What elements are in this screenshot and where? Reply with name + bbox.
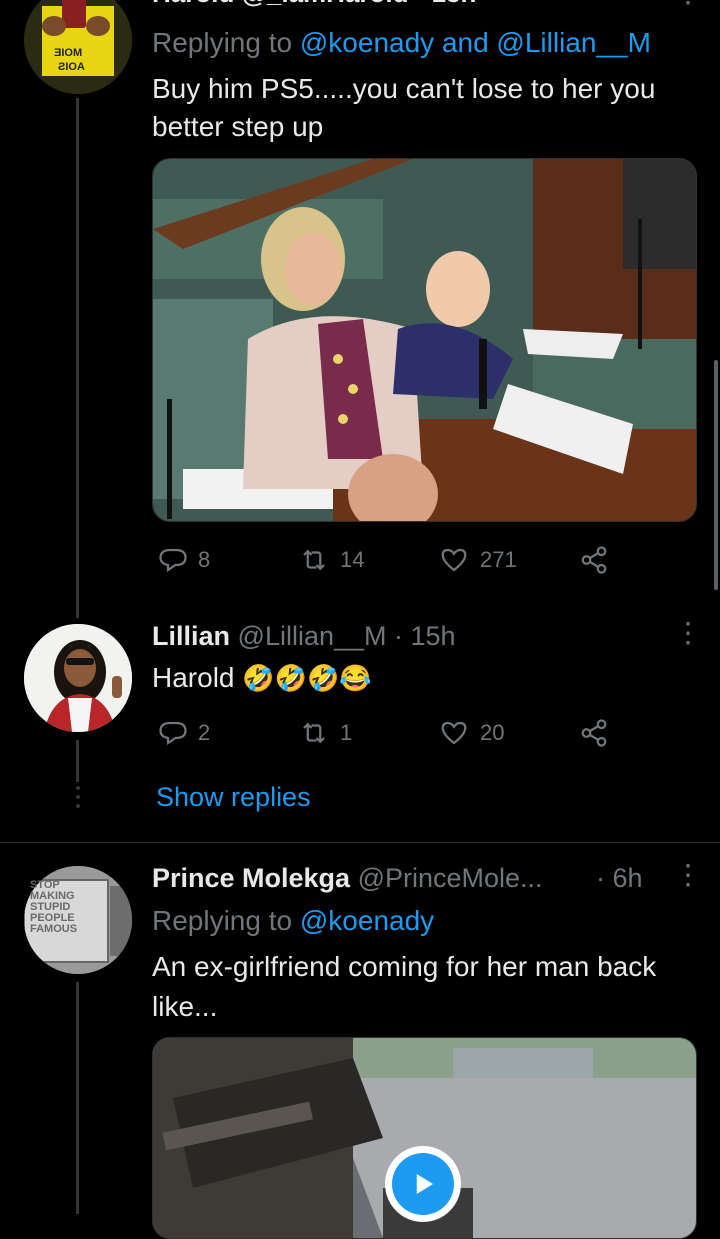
- like-count: 20: [480, 720, 505, 745]
- replying-to-link[interactable]: @koenady and @Lillian__M: [300, 27, 651, 58]
- tweet3-time: · 6h: [596, 863, 643, 893]
- reply-icon: [159, 548, 187, 573]
- author-handle: @PrinceMole...: [357, 863, 543, 893]
- avatar-harold[interactable]: ƎIOM ƧIOA: [24, 0, 132, 94]
- author-name[interactable]: Lillian: [152, 621, 230, 651]
- tweet1-photo[interactable]: [152, 158, 697, 522]
- tweet3-more-icon[interactable]: ⋮: [674, 858, 702, 891]
- tweet2-emojis: 🤣🤣🤣😂: [242, 663, 372, 693]
- thread-line-1: [76, 98, 79, 618]
- sign-line-5: FAMOUS: [30, 923, 78, 935]
- tweet2-retweet-action[interactable]: 1: [298, 718, 352, 748]
- parliament-photo: [153, 159, 696, 521]
- avatar-harold-image: ƎIOM ƧIOA: [24, 0, 132, 94]
- replying-to-link[interactable]: @koenady: [300, 905, 434, 936]
- tweet1-header: Harold @_iamHarold · 15h: [152, 0, 476, 8]
- retweet-count: 14: [340, 547, 365, 572]
- tweet3-text-line2: like...: [152, 991, 218, 1022]
- svg-text:ƧIOA: ƧIOA: [58, 61, 85, 73]
- play-button[interactable]: [385, 1146, 461, 1222]
- scrollbar[interactable]: [714, 360, 718, 590]
- tweet2-header: Lillian @Lillian__M · 15h: [152, 618, 456, 654]
- tweet3-video[interactable]: [152, 1037, 697, 1239]
- avatar-lillian-image: [24, 624, 132, 732]
- thread-line-3: [76, 982, 79, 1214]
- tweet1-share-action[interactable]: [578, 545, 610, 575]
- author-handle-time: @Lillian__M · 15h: [237, 621, 456, 651]
- tweet1-like-action[interactable]: 271: [438, 545, 517, 575]
- replying-prefix: Replying to: [152, 905, 293, 936]
- tweet3-replying: Replying to @koenady: [152, 902, 434, 940]
- tweet1-more-icon[interactable]: ⋮: [674, 0, 702, 9]
- tweet1-reply-action[interactable]: 8: [158, 545, 210, 575]
- heart-icon: [441, 548, 467, 572]
- reply-count: 8: [198, 547, 211, 572]
- thread-line-2: [76, 740, 79, 782]
- tweet2-reply-action[interactable]: 2: [158, 718, 210, 748]
- tweet2-text-word: Harold: [152, 662, 235, 693]
- tweet2-share-action[interactable]: [578, 718, 610, 748]
- svg-text:ƎIOM: ƎIOM: [54, 47, 82, 59]
- share-icon: [581, 546, 607, 574]
- retweet-icon: [303, 549, 325, 571]
- replying-prefix: Replying to: [152, 27, 293, 58]
- tweet1-replying: Replying to @koenady and @Lillian__M: [152, 24, 651, 62]
- thread-dots: [72, 786, 84, 808]
- tweet1-retweet-action[interactable]: 14: [298, 545, 364, 575]
- tweet1-text-line2: better step up: [152, 111, 324, 142]
- author-name[interactable]: Prince Molekga: [152, 863, 350, 893]
- reply-count: 2: [198, 720, 211, 745]
- retweet-count: 1: [340, 720, 353, 745]
- heart-icon: [441, 721, 467, 745]
- tweet2-text: Harold 🤣🤣🤣😂: [152, 659, 372, 697]
- tweet3-header: Prince Molekga @PrinceMole...: [152, 860, 543, 896]
- like-count: 271: [480, 547, 517, 572]
- share-icon: [581, 719, 607, 747]
- divider: [0, 842, 720, 843]
- stop-sign-text: STOP MAKING STUPID PEOPLE FAMOUS: [30, 880, 110, 935]
- tweet1-text-line1: Buy him PS5.....you can't lose to her yo…: [152, 73, 656, 104]
- avatar-lillian[interactable]: [24, 624, 132, 732]
- reply-icon: [159, 721, 187, 746]
- tweet2-like-action[interactable]: 20: [438, 718, 504, 748]
- tweet3-text-line1: An ex-girlfriend coming for her man back: [152, 951, 657, 982]
- play-icon: [416, 1174, 433, 1194]
- retweet-icon: [303, 722, 325, 744]
- show-replies-link[interactable]: Show replies: [156, 779, 311, 815]
- tweet2-more-icon[interactable]: ⋮: [674, 616, 702, 649]
